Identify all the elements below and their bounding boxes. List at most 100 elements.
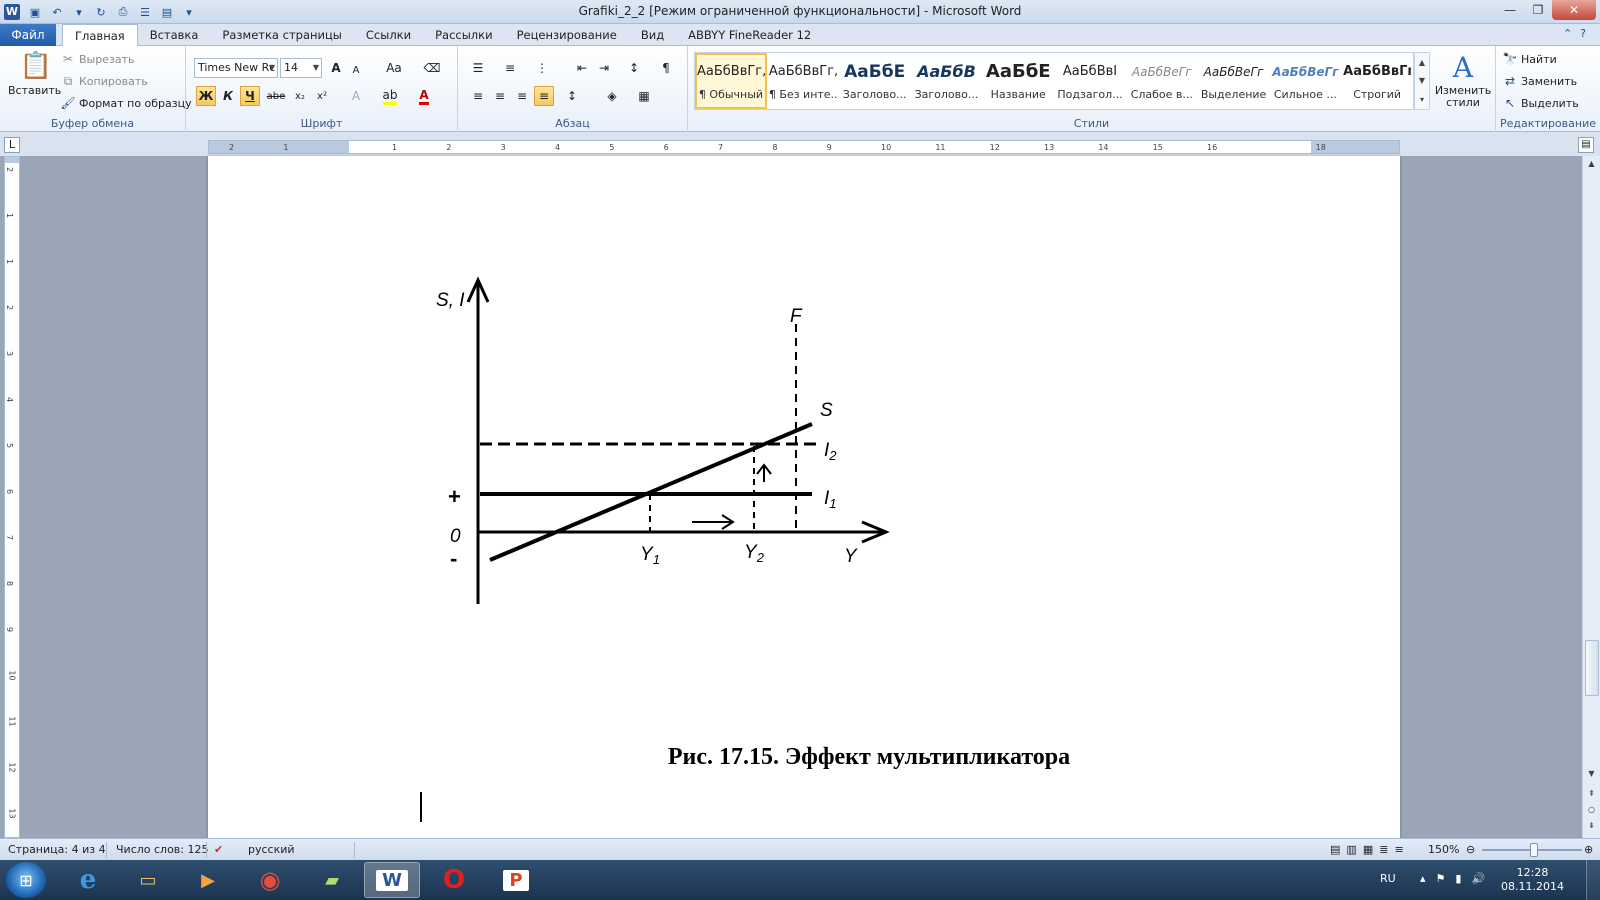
- more-styles-icon[interactable]: ▾: [1415, 95, 1429, 104]
- change-styles-button[interactable]: A Изменить стили: [1434, 52, 1492, 109]
- clock[interactable]: 12:28 08.11.2014: [1501, 866, 1564, 894]
- maximize-icon[interactable]: ❐: [1524, 0, 1552, 20]
- font-size-combo[interactable]: 14 ▼: [280, 58, 322, 78]
- highlight-color-icon[interactable]: ab: [380, 86, 400, 106]
- word-count[interactable]: Число слов: 125: [116, 843, 209, 856]
- zoom-in-icon[interactable]: ⊕: [1584, 843, 1593, 856]
- document-page[interactable]: S, I F S I2 I1 Y1 Y2 Y 0 + - Рис. 17.15.…: [208, 156, 1400, 838]
- view-ruler-icon[interactable]: ▤: [1578, 137, 1594, 153]
- language-indicator[interactable]: русский: [248, 843, 295, 856]
- shrink-font-button[interactable]: A: [346, 60, 366, 80]
- zoom-out-icon[interactable]: ⊖: [1466, 843, 1475, 856]
- show-desktop-button[interactable]: [1586, 860, 1600, 900]
- strikethrough-button[interactable]: abe: [266, 86, 286, 106]
- underline-button[interactable]: Ч: [240, 86, 260, 106]
- clear-formatting-icon[interactable]: ⌫: [422, 58, 442, 78]
- full-screen-reading-icon[interactable]: ▥: [1346, 843, 1362, 856]
- align-center-icon[interactable]: ≡: [490, 86, 510, 106]
- next-page-icon[interactable]: ⇟: [1583, 818, 1600, 834]
- action-center-icon[interactable]: ⚑: [1436, 872, 1456, 885]
- scroll-up-icon[interactable]: ▲: [1583, 156, 1600, 172]
- style-heading-2[interactable]: АаБбВ Заголово...: [911, 53, 983, 109]
- chrome-taskbar-icon[interactable]: ◉: [242, 862, 298, 898]
- ie-taskbar-icon[interactable]: e: [60, 862, 116, 898]
- horizontal-ruler[interactable]: 2 1 1 2 3 4 5 6 7 8 9 10 11 12 13 14 15 16 18: [208, 140, 1400, 154]
- chevron-down-icon[interactable]: ▼: [1415, 76, 1429, 85]
- tab-abbyy[interactable]: ABBYY FineReader 12: [676, 24, 823, 46]
- change-case-button[interactable]: Aa: [382, 58, 406, 78]
- borders-icon[interactable]: ▦: [634, 86, 654, 106]
- tab-selector-icon[interactable]: L: [4, 137, 20, 153]
- align-left-icon[interactable]: ≡: [468, 86, 488, 106]
- chevron-up-icon[interactable]: ▲: [1415, 58, 1429, 67]
- bullets-icon[interactable]: ☰: [468, 58, 488, 78]
- style-subtitle[interactable]: АаБбВвІ Подзагол...: [1054, 53, 1126, 109]
- notes-taskbar-icon[interactable]: ▰: [304, 862, 360, 898]
- explorer-taskbar-icon[interactable]: ▭: [120, 862, 176, 898]
- align-right-icon[interactable]: ≡: [512, 86, 532, 106]
- font-name-combo[interactable]: Times New Rc ▼: [194, 58, 278, 78]
- tab-page-layout[interactable]: Разметка страницы: [210, 24, 353, 46]
- copy-button[interactable]: ⧉ Копировать: [60, 74, 148, 88]
- style-heading-1[interactable]: АаБбЕ Заголово...: [839, 53, 911, 109]
- cut-button[interactable]: ✂ Вырезать: [60, 52, 135, 66]
- line-spacing-icon[interactable]: ↕: [562, 86, 582, 106]
- shading-icon[interactable]: ◈: [602, 86, 622, 106]
- close-icon[interactable]: ✕: [1552, 0, 1596, 20]
- powerpoint-taskbar-icon[interactable]: P: [488, 862, 544, 898]
- input-language[interactable]: RU: [1380, 872, 1396, 885]
- media-player-taskbar-icon[interactable]: ▶: [180, 862, 236, 898]
- vertical-scrollbar[interactable]: ▲ ▼ ⇞ ○ ⇟: [1582, 156, 1600, 838]
- sort-icon[interactable]: ↕: [624, 58, 644, 78]
- bold-button[interactable]: Ж: [196, 86, 216, 106]
- style-no-spacing[interactable]: АаБбВвГг, ¶ Без инте...: [767, 53, 839, 109]
- grow-font-button[interactable]: A: [326, 58, 346, 78]
- show-hidden-icons-icon[interactable]: ▴: [1420, 872, 1436, 885]
- numbering-icon[interactable]: ≡: [500, 58, 520, 78]
- show-formatting-icon[interactable]: ¶: [656, 58, 676, 78]
- subscript-button[interactable]: x₂: [290, 86, 310, 106]
- page-count[interactable]: Страница: 4 из 4: [8, 843, 106, 856]
- font-color-icon[interactable]: A: [414, 86, 434, 106]
- web-layout-icon[interactable]: ▦: [1363, 843, 1379, 856]
- justify-icon[interactable]: ≡: [534, 86, 554, 106]
- draft-icon[interactable]: ≡: [1394, 843, 1409, 856]
- zoom-slider-thumb[interactable]: [1530, 843, 1538, 857]
- zoom-level[interactable]: 150%: [1428, 843, 1459, 856]
- previous-page-icon[interactable]: ⇞: [1583, 786, 1600, 802]
- style-subtle-emphasis[interactable]: АаБбВеГг Слабое в...: [1126, 53, 1198, 109]
- tab-references[interactable]: Ссылки: [354, 24, 423, 46]
- style-strong[interactable]: АаБбВвГг, Строгий: [1341, 53, 1413, 109]
- minimize-icon[interactable]: —: [1496, 0, 1524, 20]
- decrease-indent-icon[interactable]: ⇤: [572, 58, 592, 78]
- network-icon[interactable]: ▮: [1455, 872, 1471, 885]
- tab-insert[interactable]: Вставка: [138, 24, 211, 46]
- browse-object-icon[interactable]: ○: [1583, 802, 1600, 818]
- increase-indent-icon[interactable]: ⇥: [594, 58, 614, 78]
- style-intense-emphasis[interactable]: АаБбВеГг Сильное ...: [1269, 53, 1341, 109]
- style-emphasis[interactable]: АаБбВеГг Выделение: [1198, 53, 1270, 109]
- superscript-button[interactable]: x²: [312, 86, 332, 106]
- select-button[interactable]: ↖ Выделить: [1502, 96, 1579, 110]
- tab-mailings[interactable]: Рассылки: [423, 24, 504, 46]
- italic-button[interactable]: К: [218, 86, 238, 106]
- volume-icon[interactable]: 🔊: [1471, 872, 1495, 885]
- start-button[interactable]: ⊞: [6, 862, 46, 898]
- word-taskbar-icon[interactable]: W: [364, 862, 420, 898]
- styles-gallery-scroll[interactable]: ▲ ▼ ▾: [1414, 52, 1430, 110]
- opera-taskbar-icon[interactable]: O: [426, 862, 482, 898]
- text-effects-icon[interactable]: A: [346, 86, 366, 106]
- find-button[interactable]: 🔭 Найти: [1502, 52, 1557, 66]
- style-normal[interactable]: АаБбВвГг, ¶ Обычный: [695, 53, 767, 109]
- spellcheck-icon[interactable]: ✔: [214, 843, 223, 856]
- style-title[interactable]: АаБбЕ Название: [982, 53, 1054, 109]
- scroll-thumb[interactable]: [1585, 640, 1599, 696]
- print-layout-icon[interactable]: ▤: [1330, 843, 1346, 856]
- outline-icon[interactable]: ≣: [1379, 843, 1394, 856]
- tab-home[interactable]: Главная: [62, 24, 138, 47]
- minimize-ribbon-icon[interactable]: ⌃: [1563, 27, 1580, 40]
- paste-button[interactable]: 📋 Вставить: [8, 50, 61, 97]
- multilevel-list-icon[interactable]: ⋮: [532, 58, 552, 78]
- format-painter-button[interactable]: 🖌 Формат по образцу: [60, 96, 191, 110]
- help-icon[interactable]: ?: [1580, 27, 1594, 40]
